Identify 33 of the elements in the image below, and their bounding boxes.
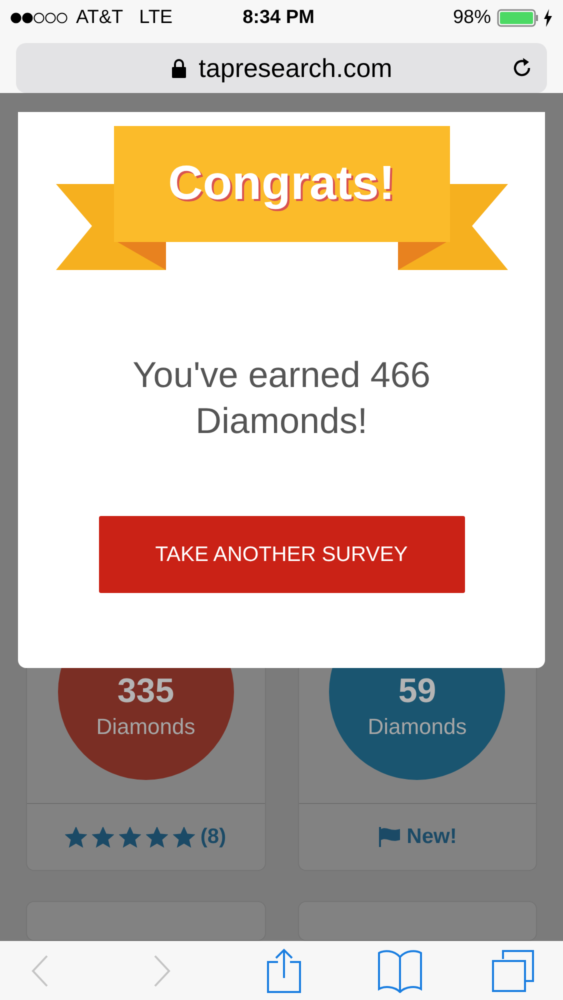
- battery-percent: 98%: [452, 6, 491, 30]
- back-icon: [31, 954, 49, 986]
- network-type: LTE: [139, 6, 173, 30]
- star-icon: [173, 826, 196, 848]
- take-survey-button[interactable]: TAKE ANOTHER SURVEY: [98, 516, 464, 593]
- forward-icon: [153, 954, 171, 986]
- lock-icon: [170, 58, 187, 78]
- charging-icon: [543, 9, 553, 27]
- url-text: tapresearch.com: [198, 52, 392, 84]
- diamond-unit: Diamonds: [368, 713, 467, 741]
- star-icon: [146, 826, 168, 848]
- bookmarks-button[interactable]: [377, 948, 423, 992]
- battery-icon: [497, 9, 541, 27]
- signal-icon: [10, 12, 68, 24]
- book-icon: [377, 948, 423, 992]
- carrier-name: AT&T: [76, 6, 124, 30]
- new-label: New!: [406, 824, 457, 850]
- clock-time: 8:34 PM: [242, 6, 314, 30]
- banner-title: Congrats!: [168, 156, 395, 212]
- star-icon: [65, 826, 88, 848]
- diamond-amount: 59: [398, 674, 436, 708]
- star-icon: [92, 826, 114, 848]
- flag-icon: [378, 826, 402, 848]
- tabs-icon: [491, 948, 535, 992]
- tabs-button[interactable]: [491, 948, 535, 992]
- address-bar[interactable]: tapresearch.com: [16, 43, 547, 93]
- diamond-unit: Diamonds: [96, 713, 196, 741]
- share-icon: [266, 948, 302, 994]
- rating-count: (8): [200, 824, 226, 850]
- earned-message: You've earned 466 Diamonds!: [132, 353, 432, 443]
- star-icon: [119, 826, 142, 848]
- diamond-amount: 335: [117, 674, 174, 708]
- share-button[interactable]: [266, 948, 302, 994]
